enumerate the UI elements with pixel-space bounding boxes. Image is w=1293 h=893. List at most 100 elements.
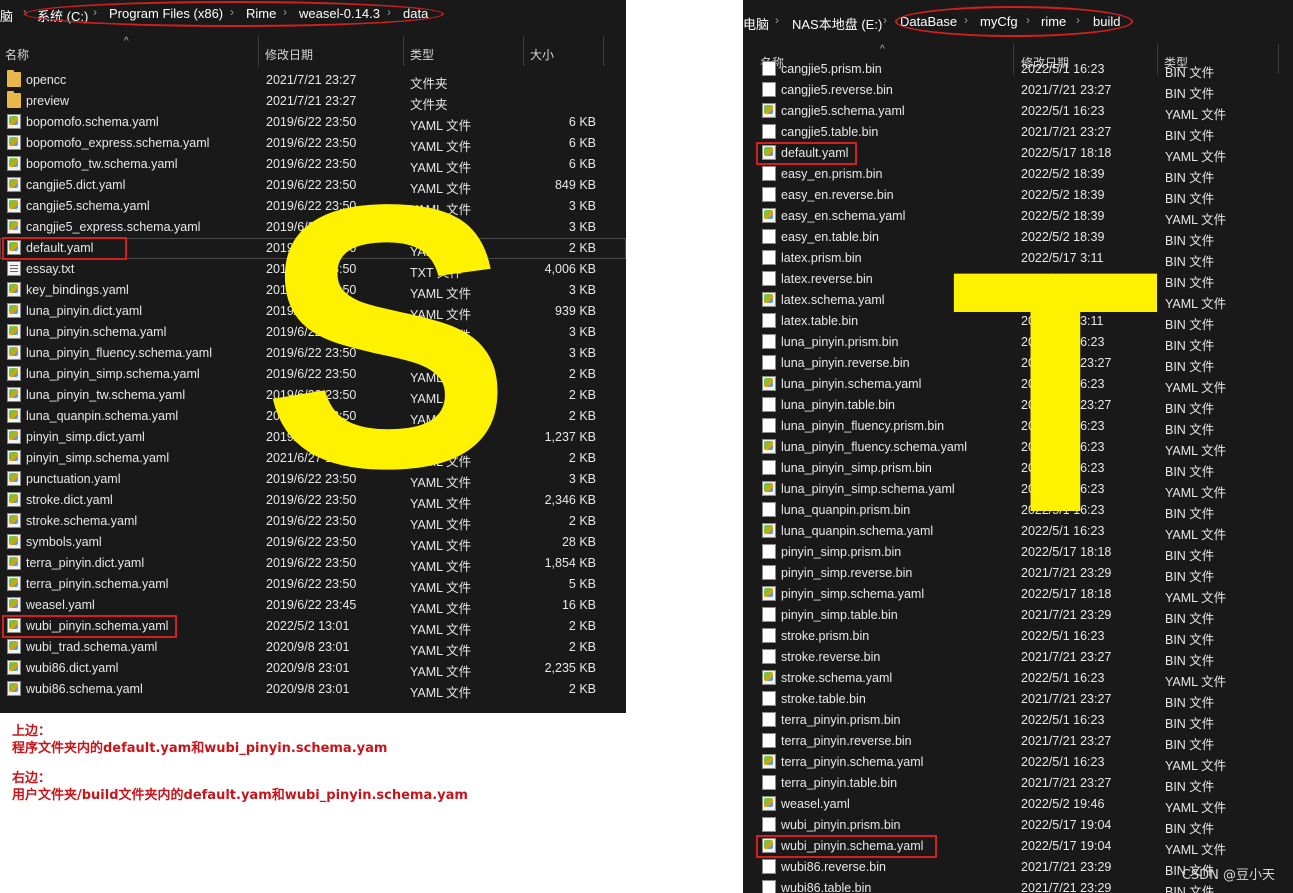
column-type[interactable]: 类型 (410, 46, 434, 63)
file-row[interactable]: luna_pinyin_tw.schema.yaml 2019/6/22 23:5… (0, 385, 626, 406)
file-row[interactable]: bopomofo_express.schema.yaml 2019/6/22 23… (0, 133, 626, 154)
file-row[interactable]: wubi86.schema.yaml 2020/9/8 23:01 YAML 文件 2… (0, 679, 626, 700)
column-name[interactable]: 名称 (5, 46, 29, 63)
file-row[interactable]: latex.prism.bin 2022/5/17 3:11 BIN 文件 (743, 248, 1293, 269)
file-row[interactable]: terra_pinyin.table.bin 2021/7/21 23:27 BIN… (743, 773, 1293, 794)
file-row[interactable]: luna_pinyin.reverse.bin 2021/7/21 23:27 BI… (743, 353, 1293, 374)
file-type: YAML 文件 (410, 560, 472, 574)
file-row[interactable]: cangjie5.table.bin 2021/7/21 23:27 BIN 文件 (743, 122, 1293, 143)
file-row[interactable]: easy_en.schema.yaml 2022/5/2 18:39 YAML 文件 (743, 206, 1293, 227)
file-date: 2022/5/17 3:11 (1021, 251, 1104, 265)
column-divider[interactable] (523, 36, 524, 66)
breadcrumb-item[interactable]: rime (1041, 14, 1066, 29)
file-row[interactable]: luna_pinyin_fluency.schema.yaml 2019/6/22… (0, 343, 626, 364)
file-row[interactable]: default.yaml 2022/5/17 18:18 YAML 文件 (743, 143, 1293, 164)
file-row[interactable]: luna_pinyin_simp.schema.yaml 2019/6/22 23… (0, 364, 626, 385)
file-row[interactable]: stroke.schema.yaml 2019/6/22 23:50 YAML 文件… (0, 511, 626, 532)
file-row[interactable]: wubi_pinyin.schema.yaml 2022/5/17 19:04 YA… (743, 836, 1293, 857)
file-row[interactable]: luna_quanpin.schema.yaml 2022/5/1 16:23 YA… (743, 521, 1293, 542)
breadcrumb-item[interactable]: DataBase (900, 14, 957, 29)
file-row[interactable]: punctuation.yaml 2019/6/22 23:50 YAML 文件 3 … (0, 469, 626, 490)
breadcrumb-item[interactable]: myCfg (980, 14, 1018, 29)
file-row[interactable]: cangjie5.dict.yaml 2019/6/22 23:50 YAML 文件… (0, 175, 626, 196)
breadcrumb-item[interactable]: Program Files (x86) (109, 6, 223, 21)
file-row[interactable]: stroke.reverse.bin 2021/7/21 23:27 BIN 文件 (743, 647, 1293, 668)
file-row[interactable]: pinyin_simp.prism.bin 2022/5/17 18:18 BIN … (743, 542, 1293, 563)
column-divider[interactable] (603, 36, 604, 66)
file-row[interactable]: luna_pinyin.schema.yaml 2022/5/1 16:23 YAM… (743, 374, 1293, 395)
breadcrumb-item[interactable]: weasel-0.14.3 (299, 6, 380, 21)
column-divider[interactable] (403, 36, 404, 66)
file-row[interactable]: weasel.yaml 2019/6/22 23:45 YAML 文件 16 KB (0, 595, 626, 616)
file-row[interactable]: wubi86.dict.yaml 2020/9/8 23:01 YAML 文件 2,2… (0, 658, 626, 679)
file-row[interactable]: luna_pinyin_fluency.prism.bin 2022/5/1 16… (743, 416, 1293, 437)
file-name: stroke.reverse.bin (781, 650, 881, 664)
file-row[interactable]: luna_pinyin.dict.yaml 2019/6/22 23:50 YAML… (0, 301, 626, 322)
column-date[interactable]: 修改日期 (265, 46, 313, 63)
file-row[interactable]: luna_pinyin.table.bin 2021/7/21 23:27 BIN … (743, 395, 1293, 416)
file-row[interactable]: luna_pinyin_simp.schema.yaml 2022/5/1 16:… (743, 479, 1293, 500)
file-name: latex.table.bin (781, 314, 859, 328)
breadcrumb-item[interactable]: Rime (246, 6, 276, 21)
file-row[interactable]: bopomofo.schema.yaml 2019/6/22 23:50 YAML … (0, 112, 626, 133)
file-row[interactable]: luna_pinyin_simp.prism.bin 2022/5/1 16:23… (743, 458, 1293, 479)
file-row[interactable]: luna_quanpin.schema.yaml 2019/6/22 23:50 Y… (0, 406, 626, 427)
file-row[interactable]: easy_en.reverse.bin 2022/5/2 18:39 BIN 文件 (743, 185, 1293, 206)
file-row[interactable]: pinyin_simp.reverse.bin 2021/7/21 23:29 BI… (743, 563, 1293, 584)
file-row[interactable]: terra_pinyin.prism.bin 2022/5/1 16:23 BIN … (743, 710, 1293, 731)
breadcrumb-item[interactable]: 脑 (0, 6, 13, 25)
file-size: 16 KB (561, 598, 596, 612)
file-row[interactable]: stroke.table.bin 2021/7/21 23:27 BIN 文件 (743, 689, 1293, 710)
file-row[interactable]: pinyin_simp.table.bin 2021/7/21 23:29 BIN … (743, 605, 1293, 626)
file-name: wubi_trad.schema.yaml (26, 640, 158, 654)
file-row[interactable]: wubi_pinyin.schema.yaml 2022/5/2 13:01 YAM… (0, 616, 626, 637)
file-row[interactable]: pinyin_simp.schema.yaml 2021/6/27 14:29 YA… (0, 448, 626, 469)
file-row[interactable]: pinyin_simp.schema.yaml 2022/5/17 18:18 YA… (743, 584, 1293, 605)
file-row[interactable]: terra_pinyin.schema.yaml 2019/6/22 23:50 Y… (0, 574, 626, 595)
file-row[interactable]: cangjie5.prism.bin 2022/5/1 16:23 BIN 文件 (743, 59, 1293, 80)
breadcrumb-item[interactable]: 电脑 (743, 14, 769, 33)
column-size[interactable]: 大小 (530, 46, 554, 63)
file-row[interactable]: preview 2021/7/21 23:27 文件夹 (0, 91, 626, 112)
file-type: YAML 文件 (410, 371, 472, 385)
file-row[interactable]: stroke.dict.yaml 2019/6/22 23:50 YAML 文件 2,… (0, 490, 626, 511)
address-bar[interactable]: 脑 › 系统 (C:) › Program Files (x86) › Rime… (0, 0, 626, 29)
file-row[interactable]: luna_pinyin.schema.yaml 2019/6/22 23:50 YA… (0, 322, 626, 343)
column-divider[interactable] (258, 36, 259, 66)
breadcrumb-item[interactable]: NAS本地盘 (E:) (792, 14, 882, 33)
file-row[interactable]: latex.table.bin 2022/5/17 3:11 BIN 文件 (743, 311, 1293, 332)
file-row[interactable]: easy_en.prism.bin 2022/5/2 18:39 BIN 文件 (743, 164, 1293, 185)
file-row[interactable]: opencc 2021/7/21 23:27 文件夹 (0, 70, 626, 91)
file-name: luna_pinyin.reverse.bin (781, 356, 910, 370)
file-row[interactable]: pinyin_simp.dict.yaml 2019/6/22 23:50 YAML… (0, 427, 626, 448)
breadcrumb-item[interactable]: build (1093, 14, 1120, 29)
file-row[interactable]: cangjie5.schema.yaml 2019/6/22 23:50 YAML … (0, 196, 626, 217)
file-row[interactable]: terra_pinyin.reverse.bin 2021/7/21 23:27 B… (743, 731, 1293, 752)
file-type: BIN 文件 (1165, 171, 1215, 185)
file-row[interactable]: stroke.prism.bin 2022/5/1 16:23 BIN 文件 (743, 626, 1293, 647)
file-row[interactable]: latex.schema.yaml 2022/5/17 3:11 YAML 文件 (743, 290, 1293, 311)
file-row[interactable]: bopomofo_tw.schema.yaml 2019/6/22 23:50 YA… (0, 154, 626, 175)
file-type: YAML 文件 (410, 455, 472, 469)
file-row[interactable]: symbols.yaml 2019/6/22 23:50 YAML 文件 28 KB (0, 532, 626, 553)
file-row[interactable]: cangjie5.reverse.bin 2021/7/21 23:27 BIN 文… (743, 80, 1293, 101)
file-row[interactable]: key_bindings.yaml 2019/6/22 23:50 YAML 文件 3… (0, 280, 626, 301)
breadcrumb-item[interactable]: data (403, 6, 428, 21)
file-row[interactable]: cangjie5.schema.yaml 2022/5/1 16:23 YAML 文… (743, 101, 1293, 122)
file-row[interactable]: terra_pinyin.dict.yaml 2019/6/22 23:50 YAM… (0, 553, 626, 574)
breadcrumb-item[interactable]: 系统 (C:) (37, 6, 88, 25)
file-row[interactable]: easy_en.table.bin 2022/5/2 18:39 BIN 文件 (743, 227, 1293, 248)
file-row[interactable]: essay.txt 2019/6/22 23:50 TXT 文件 4,006 KB (0, 259, 626, 280)
file-row[interactable]: luna_pinyin.prism.bin 2022/5/1 16:23 BIN 文… (743, 332, 1293, 353)
file-row[interactable]: cangjie5_express.schema.yaml 2019/6/22 23… (0, 217, 626, 238)
file-row[interactable]: luna_pinyin_fluency.schema.yaml 2022/5/1 … (743, 437, 1293, 458)
file-row[interactable]: default.yaml 2019/6/22 23:50 YAML 文件 2 KB (0, 238, 626, 259)
file-row[interactable]: wubi_pinyin.prism.bin 2022/5/17 19:04 BIN … (743, 815, 1293, 836)
file-row[interactable]: latex.reverse.bin 2022/5/17 3:11 BIN 文件 (743, 269, 1293, 290)
file-row[interactable]: wubi_trad.schema.yaml 2020/9/8 23:01 YAML … (0, 637, 626, 658)
address-bar[interactable]: 电脑 › NAS本地盘 (E:) › DataBase › myCfg › ri… (743, 0, 1293, 40)
file-row[interactable]: weasel.yaml 2022/5/2 19:46 YAML 文件 (743, 794, 1293, 815)
file-row[interactable]: luna_quanpin.prism.bin 2022/5/1 16:23 BIN … (743, 500, 1293, 521)
file-row[interactable]: terra_pinyin.schema.yaml 2022/5/1 16:23 YA… (743, 752, 1293, 773)
file-row[interactable]: stroke.schema.yaml 2022/5/1 16:23 YAML 文件 (743, 668, 1293, 689)
